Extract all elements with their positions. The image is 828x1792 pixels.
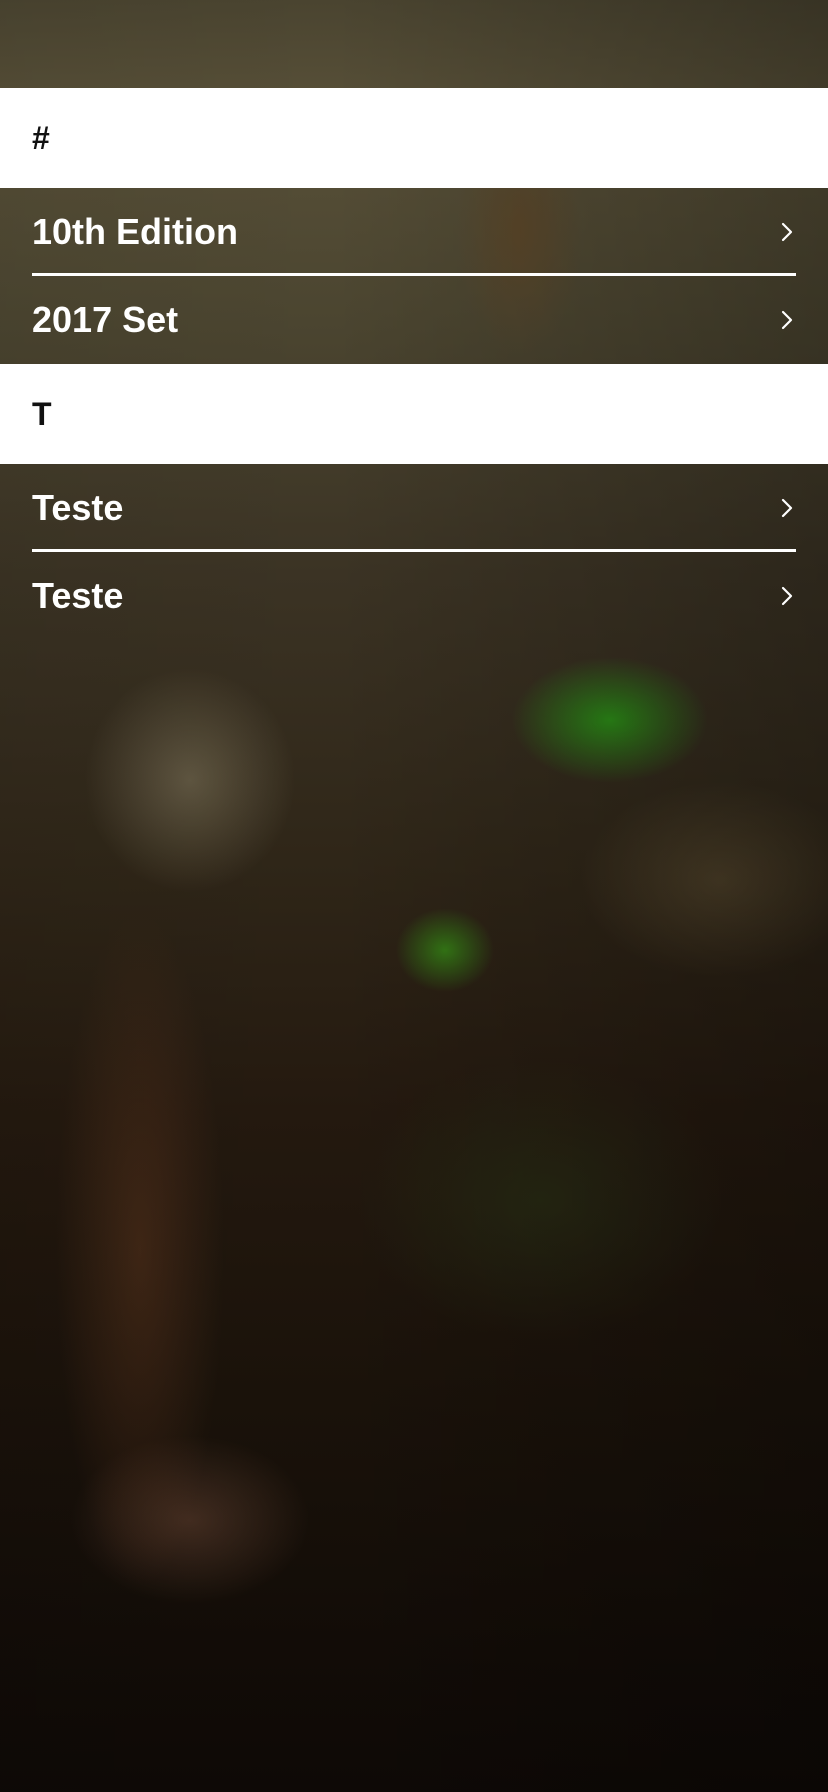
chevron-right-icon bbox=[780, 585, 794, 607]
chevron-right-icon bbox=[780, 221, 794, 243]
chevron-right-icon bbox=[780, 309, 794, 331]
chevron-right-icon bbox=[780, 497, 794, 519]
section-header-t: T bbox=[0, 364, 828, 464]
list-item-10th-edition[interactable]: 10th Edition bbox=[0, 188, 828, 276]
list-item-teste[interactable]: Teste bbox=[0, 552, 828, 640]
list-item-teste[interactable]: Teste bbox=[0, 464, 828, 552]
list-item-2017-set[interactable]: 2017 Set bbox=[0, 276, 828, 364]
sets-list: # 10th Edition 2017 Set T Teste Teste bbox=[0, 88, 828, 640]
section-header-hash: # bbox=[0, 88, 828, 188]
list-item-label: 2017 Set bbox=[32, 299, 179, 340]
list-item-label: 10th Edition bbox=[32, 211, 238, 252]
list-item-label: Teste bbox=[32, 575, 124, 616]
list-item-label: Teste bbox=[32, 487, 124, 528]
section-header-label: T bbox=[32, 395, 52, 432]
section-header-label: # bbox=[32, 119, 50, 156]
